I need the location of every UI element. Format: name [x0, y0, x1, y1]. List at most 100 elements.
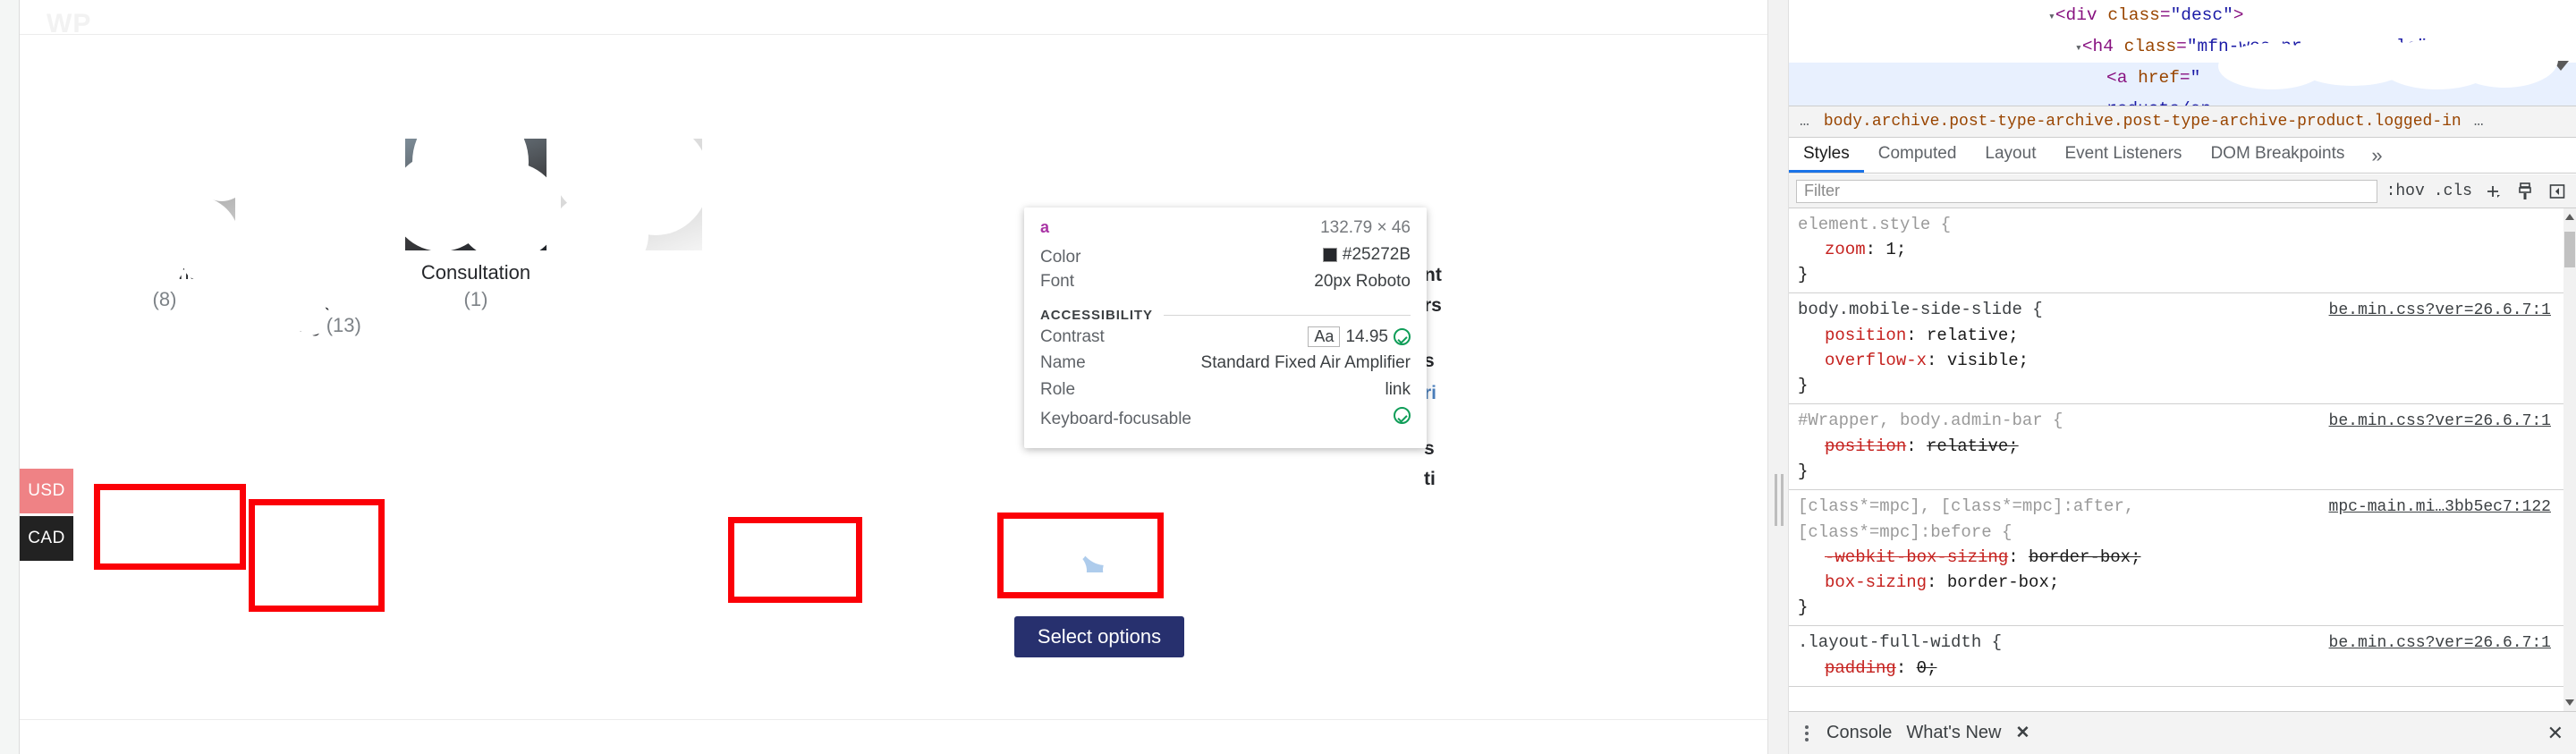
declaration[interactable]: zoom: 1; — [1798, 237, 2563, 262]
styles-rules-list[interactable]: element.style { zoom: 1; } body.mobile-s… — [1789, 208, 2563, 711]
keyboard-focusable-check-icon — [1394, 407, 1411, 424]
tooltip-name-row: Name Standard Fixed Air Amplifier — [1040, 353, 1411, 380]
declaration-value[interactable]: 1; — [1885, 240, 1906, 259]
drawer-more-options-icon[interactable] — [1801, 724, 1812, 741]
rule-close-brace: } — [1798, 265, 1809, 284]
tooltip-contrast-label: Contrast — [1040, 327, 1105, 346]
style-rule-element-style[interactable]: element.style { zoom: 1; } — [1789, 208, 2563, 293]
tooltip-tag-name: a — [1040, 218, 1050, 236]
declaration-property[interactable]: padding — [1825, 658, 1896, 678]
tab-computed[interactable]: Computed — [1864, 138, 1971, 173]
whats-new-close-icon[interactable]: ✕ — [2015, 723, 2029, 743]
breadcrumb-left-overflow[interactable]: … — [1800, 113, 1811, 131]
wp-logo: WP — [47, 9, 92, 38]
drawer-tab-whats-new[interactable]: What's New — [1906, 723, 2001, 743]
rule-selector-line2[interactable]: [class*=mpc]:before { — [1798, 520, 2563, 545]
declaration[interactable]: position: relative; — [1798, 323, 2563, 348]
tooltip-color-label: Color — [1040, 248, 1081, 267]
category-card-3[interactable]: Consultation (1) — [405, 139, 547, 325]
tab-layout[interactable]: Layout — [1970, 138, 2050, 173]
declaration-value[interactable]: relative; — [1927, 326, 2019, 345]
rule-origin[interactable]: be.min.css?ver=26.6.7:1 — [2329, 298, 2551, 323]
declaration-overridden[interactable]: -webkit-box-sizing: border-box; — [1798, 545, 2563, 570]
tooltip-name-value: Standard Fixed Air Amplifier — [1200, 353, 1411, 372]
breadcrumb[interactable]: … body.archive.post-type-archive.post-ty… — [1789, 106, 2576, 138]
styles-scrollbar[interactable] — [2563, 208, 2576, 711]
color-swatch-icon — [1322, 248, 1337, 262]
declaration-property[interactable]: zoom — [1825, 240, 1866, 259]
rule-selector[interactable]: body.mobile-side-slide { — [1798, 297, 2043, 322]
currency-button-usd[interactable]: USD — [20, 469, 73, 513]
declaration-property[interactable]: position — [1825, 326, 1906, 345]
declaration-value[interactable]: border-box; — [1947, 572, 2059, 592]
declaration-value[interactable]: relative; — [1927, 436, 2019, 456]
toggle-sidebar-icon[interactable] — [2546, 181, 2569, 202]
tooltip-color-row: Color #25272B — [1040, 245, 1411, 272]
tab-dom-breakpoints[interactable]: DOM Breakpoints — [2196, 138, 2359, 173]
category-card-1[interactable]: S c C nt l (8) — [94, 139, 235, 325]
category-count-1: (8) — [152, 287, 177, 310]
rule-header: .layout-full-width { be.min.css?ver=26.6… — [1798, 630, 2563, 656]
scroll-down-icon[interactable] — [2565, 699, 2574, 706]
dom-node-a-href-wrap[interactable]: roducts/en — [1789, 94, 2576, 106]
rule-origin[interactable]: be.min.css?ver=26.6.7:1 — [2329, 409, 2551, 434]
scrollbar-thumb[interactable] — [2564, 232, 2575, 267]
currency-button-cad[interactable]: CAD — [20, 516, 73, 561]
tooltip-contrast-row: Contrast Aa 14.95 — [1040, 326, 1411, 353]
declaration-property[interactable]: overflow-x — [1825, 351, 1927, 370]
scroll-up-icon[interactable] — [2565, 214, 2574, 220]
tooltip-font-value: 20px Roboto — [1314, 272, 1411, 291]
style-rule-wrapper-admin-bar[interactable]: #Wrapper, body.admin-bar { be.min.css?ve… — [1789, 404, 2563, 490]
declaration-value[interactable]: border-box; — [2029, 547, 2140, 567]
drawer-tab-console[interactable]: Console — [1826, 723, 1892, 743]
inspected-product-link[interactable] — [997, 515, 1160, 590]
tooltip-role-label: Role — [1040, 380, 1076, 399]
breadcrumb-crumb-body[interactable]: body.archive.post-type-archive.post-type… — [1824, 113, 2462, 131]
category-card-4[interactable] — [561, 139, 702, 250]
styles-filter-input[interactable] — [1796, 179, 2377, 203]
declaration-property[interactable]: position — [1825, 436, 1906, 456]
tabs-overflow-icon[interactable]: » — [2359, 138, 2394, 173]
contrast-pass-check-icon — [1394, 328, 1411, 345]
tooltip-role-value: link — [1385, 380, 1411, 399]
new-style-rule-icon[interactable] — [2481, 181, 2504, 202]
product-category-grid: S c C nt l (8) V t E h I — [94, 139, 702, 352]
rule-selector[interactable]: [class*=mpc], [class*=mpc]:after, — [1798, 494, 2134, 519]
rule-origin[interactable]: be.min.css?ver=26.6.7:1 — [2329, 631, 2551, 656]
devtools-splitter-handle[interactable] — [1767, 0, 1789, 754]
drawer-close-icon[interactable]: ✕ — [2547, 722, 2563, 745]
page-top-divider — [20, 34, 1789, 35]
rule-selector[interactable]: element.style { — [1798, 212, 1951, 237]
declaration-overridden[interactable]: position: relative; — [1798, 434, 2563, 459]
declaration[interactable]: box-sizing: border-box; — [1798, 570, 2563, 595]
declaration-value[interactable]: visible; — [1947, 351, 2029, 370]
declaration-property[interactable]: box-sizing — [1825, 572, 1927, 592]
declaration-property[interactable]: -webkit-box-sizing — [1825, 547, 2008, 567]
disclosure-triangle-icon[interactable]: ▾ — [2075, 41, 2082, 55]
rule-origin[interactable]: mpc-main.mi…3bb5ec7:122 — [2329, 495, 2551, 520]
cls-toggle-button[interactable]: .cls — [2434, 182, 2472, 200]
rule-selector[interactable]: .layout-full-width { — [1798, 630, 2002, 655]
rule-selector[interactable]: #Wrapper, body.admin-bar { — [1798, 408, 2063, 433]
declaration-overridden[interactable]: padding: 0; — [1798, 656, 2563, 681]
dom-node-div-desc[interactable]: ▾<div class="desc"> — [1789, 0, 2576, 31]
tooltip-contrast-value: 14.95 — [1345, 326, 1388, 346]
dom-tree[interactable]: ▾<div class="desc"> ▾<h4 class="mfn-woo-… — [1789, 0, 2576, 106]
tab-event-listeners[interactable]: Event Listeners — [2050, 138, 2196, 173]
declaration-value[interactable]: 0; — [1917, 658, 1937, 678]
tab-styles[interactable]: Styles — [1789, 138, 1864, 173]
style-rule-mpc-box-sizing[interactable]: [class*=mpc], [class*=mpc]:after, mpc-ma… — [1789, 490, 2563, 626]
tooltip-font-label: Font — [1040, 272, 1075, 291]
computed-styles-brush-icon[interactable] — [2513, 181, 2537, 202]
select-options-button[interactable]: Select options — [1014, 616, 1184, 657]
rule-header: element.style { — [1798, 212, 2563, 237]
style-rule-layout-full-width[interactable]: .layout-full-width { be.min.css?ver=26.6… — [1789, 626, 2563, 687]
category-thumbnail-1 — [94, 139, 235, 250]
declaration[interactable]: overflow-x: visible; — [1798, 348, 2563, 373]
category-card-2[interactable]: V t E h I ( C ng (13) — [250, 139, 391, 352]
breadcrumb-right-overflow[interactable]: … — [2474, 113, 2486, 131]
style-rule-mobile-side-slide[interactable]: body.mobile-side-slide { be.min.css?ver=… — [1789, 293, 2563, 404]
disclosure-triangle-icon[interactable]: ▾ — [2048, 10, 2055, 23]
hov-toggle-button[interactable]: :hov — [2386, 182, 2425, 200]
category-thumbnail-4 — [561, 139, 702, 250]
